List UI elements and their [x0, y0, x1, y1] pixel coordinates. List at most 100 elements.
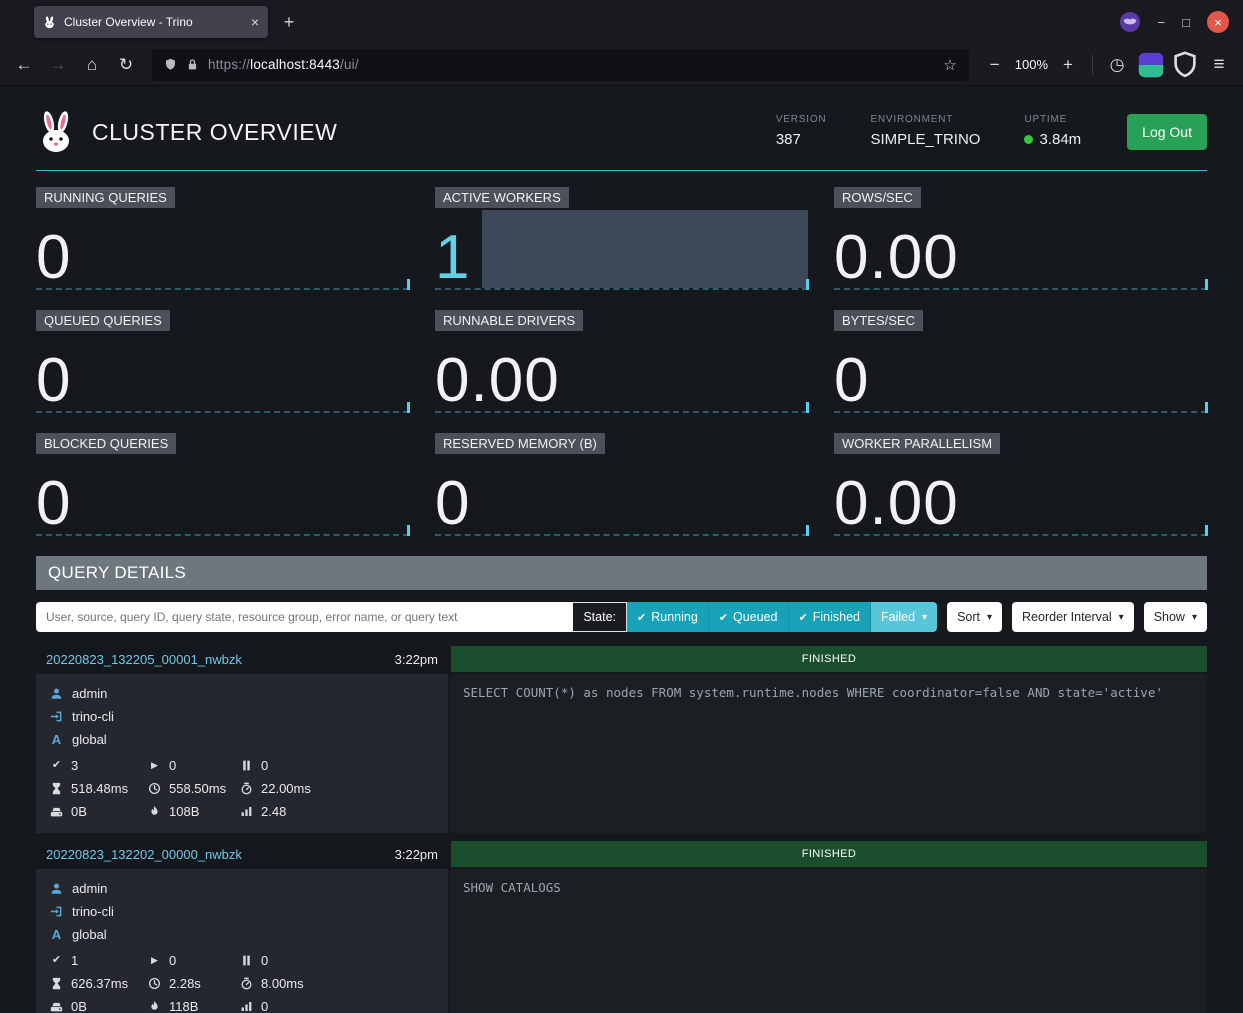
query-filter-input[interactable] — [36, 602, 573, 632]
trino-logo — [36, 110, 76, 154]
query-user-row: admin — [50, 682, 448, 705]
sort-dropdown[interactable]: Sort ▾ — [947, 602, 1002, 632]
query-user: admin — [72, 686, 107, 701]
stat-value: 0.00 — [834, 475, 959, 534]
query-user: admin — [72, 881, 107, 896]
user-icon — [50, 882, 63, 895]
query-status-badge: FINISHED — [451, 841, 1207, 867]
minimize-button[interactable]: − — [1158, 15, 1166, 30]
stat-value: 0 — [36, 352, 71, 411]
bookmark-star-icon[interactable]: ☆ — [943, 56, 956, 74]
sparkline-tick — [806, 402, 809, 413]
uptime-block: UPTIME 3.84m — [1024, 114, 1081, 148]
privacy-shield-icon[interactable] — [1169, 50, 1201, 80]
parallelism: 0 — [261, 999, 268, 1013]
stat-label: BYTES/SEC — [834, 310, 923, 331]
stat-label: QUEUED QUERIES — [36, 310, 170, 331]
cpu-time: 22.00ms — [261, 781, 311, 796]
extension-icon[interactable] — [1135, 50, 1167, 80]
query-source-row: trino-cli — [50, 705, 448, 728]
sparkline-chart — [572, 333, 808, 411]
home-button[interactable]: ⌂ — [76, 50, 108, 80]
elapsed-time: 558.50ms — [169, 781, 226, 796]
state-filter-label: State: — [573, 602, 627, 632]
query-meta-panel: admin trino-cli A global ✔3 ▶0 0 518.48m… — [36, 674, 448, 833]
state-filter-finished[interactable]: ✔ Finished — [789, 602, 871, 632]
query-stats-grid: ✔3 ▶0 0 518.48ms 558.50ms 22.00ms 0B 108… — [50, 754, 448, 823]
check-icon: ✔ — [50, 955, 63, 966]
query-card: 20220823_132205_00001_nwbzk 3:22pm FINIS… — [36, 646, 1207, 833]
stats-grid: RUNNING QUERIES 0 ACTIVE WORKERS 1 ROWS/… — [36, 187, 1207, 536]
uptime-status-dot — [1024, 135, 1033, 144]
parallelism-icon — [240, 805, 253, 818]
sparkline-tick — [407, 402, 410, 413]
show-dropdown[interactable]: Show ▾ — [1144, 602, 1207, 632]
clock-icon — [148, 977, 161, 990]
tracking-shield-icon[interactable] — [164, 58, 177, 71]
current-memory: 0B — [71, 804, 87, 819]
sparkline-tick — [407, 279, 410, 290]
resource-group-icon: A — [50, 927, 63, 942]
chevron-down-icon: ▾ — [922, 612, 927, 623]
sparkline-tick — [407, 525, 410, 536]
query-time: 3:22pm — [395, 652, 438, 667]
stat-value: 1 — [435, 229, 470, 288]
query-id-link[interactable]: 20220823_132205_00001_nwbzk — [46, 652, 242, 667]
splits-completed: 1 — [71, 953, 78, 968]
stat-label: RUNNABLE DRIVERS — [435, 310, 583, 331]
state-filter-running[interactable]: ✔ Running — [627, 602, 709, 632]
timer-icon — [240, 977, 253, 990]
sparkline-chart — [881, 333, 1207, 411]
reorder-interval-label: Reorder Interval — [1022, 610, 1112, 624]
browser-nav-bar: ← → ⌂ ↻ https://localhost:8443/ui/ ☆ − 1… — [0, 44, 1243, 86]
environment-block: ENVIRONMENT SIMPLE_TRINO — [870, 114, 980, 148]
query-filter-toolbar: State: ✔ Running ✔ Queued ✔ Finished Fai… — [36, 602, 1207, 632]
browser-tab-bar: Cluster Overview - Trino × + − □ × — [0, 0, 1243, 44]
state-filter-failed-dropdown[interactable]: Failed ▾ — [871, 602, 937, 632]
window-close-button[interactable]: × — [1207, 11, 1229, 33]
history-icon[interactable]: ◷ — [1101, 50, 1133, 80]
url-bar[interactable]: https://localhost:8443/ui/ ☆ — [152, 49, 969, 81]
theme-avatar-icon[interactable] — [1119, 11, 1141, 33]
reorder-interval-dropdown[interactable]: Reorder Interval ▾ — [1012, 602, 1134, 632]
query-id-link[interactable]: 20220823_132202_00000_nwbzk — [46, 847, 242, 862]
parallelism-icon — [240, 1000, 253, 1013]
query-stats-grid: ✔1 ▶0 0 626.37ms 2.28s 8.00ms 0B 118B 0 — [50, 949, 448, 1013]
new-tab-button[interactable]: + — [274, 7, 304, 37]
memory-hdd-icon — [50, 805, 63, 818]
flame-icon — [148, 805, 161, 818]
stat-card-runnable-drivers: RUNNABLE DRIVERS 0.00 — [435, 310, 808, 413]
back-button[interactable]: ← — [8, 50, 40, 80]
url-protocol: https:// — [208, 57, 250, 72]
sparkline-tick — [1205, 525, 1208, 536]
wall-time: 518.48ms — [71, 781, 128, 796]
url-path: /ui/ — [340, 57, 359, 72]
stat-label: ACTIVE WORKERS — [435, 187, 569, 208]
sparkline-tick — [806, 525, 809, 536]
stat-value: 0 — [435, 475, 470, 534]
zoom-out-button[interactable]: − — [979, 50, 1011, 80]
menu-button[interactable]: ≡ — [1203, 50, 1235, 80]
zoom-in-button[interactable]: + — [1052, 50, 1084, 80]
url-host: localhost:8443 — [250, 57, 340, 72]
query-resource-group: global — [72, 927, 107, 942]
stat-card-rows-sec: ROWS/SEC 0.00 — [834, 187, 1207, 290]
splits-queued: 0 — [261, 758, 268, 773]
browser-tab[interactable]: Cluster Overview - Trino × — [34, 6, 268, 38]
query-meta-panel: admin trino-cli A global ✔1 ▶0 0 626.37m… — [36, 869, 448, 1013]
logout-button[interactable]: Log Out — [1127, 114, 1207, 150]
query-resource-group: global — [72, 732, 107, 747]
resource-group-icon: A — [50, 732, 63, 747]
reload-button[interactable]: ↻ — [110, 50, 142, 80]
current-memory: 0B — [71, 999, 87, 1013]
zoom-level[interactable]: 100% — [1015, 57, 1048, 72]
forward-button[interactable]: → — [42, 50, 74, 80]
query-card-header: 20220823_132205_00001_nwbzk 3:22pm — [36, 646, 448, 672]
stat-value: 0 — [36, 475, 71, 534]
source-icon — [50, 710, 63, 723]
sparkline-chart — [83, 210, 409, 288]
lock-icon[interactable] — [186, 58, 199, 71]
tab-close-icon[interactable]: × — [251, 14, 259, 30]
restore-button[interactable]: □ — [1182, 15, 1190, 30]
state-filter-queued[interactable]: ✔ Queued — [709, 602, 789, 632]
